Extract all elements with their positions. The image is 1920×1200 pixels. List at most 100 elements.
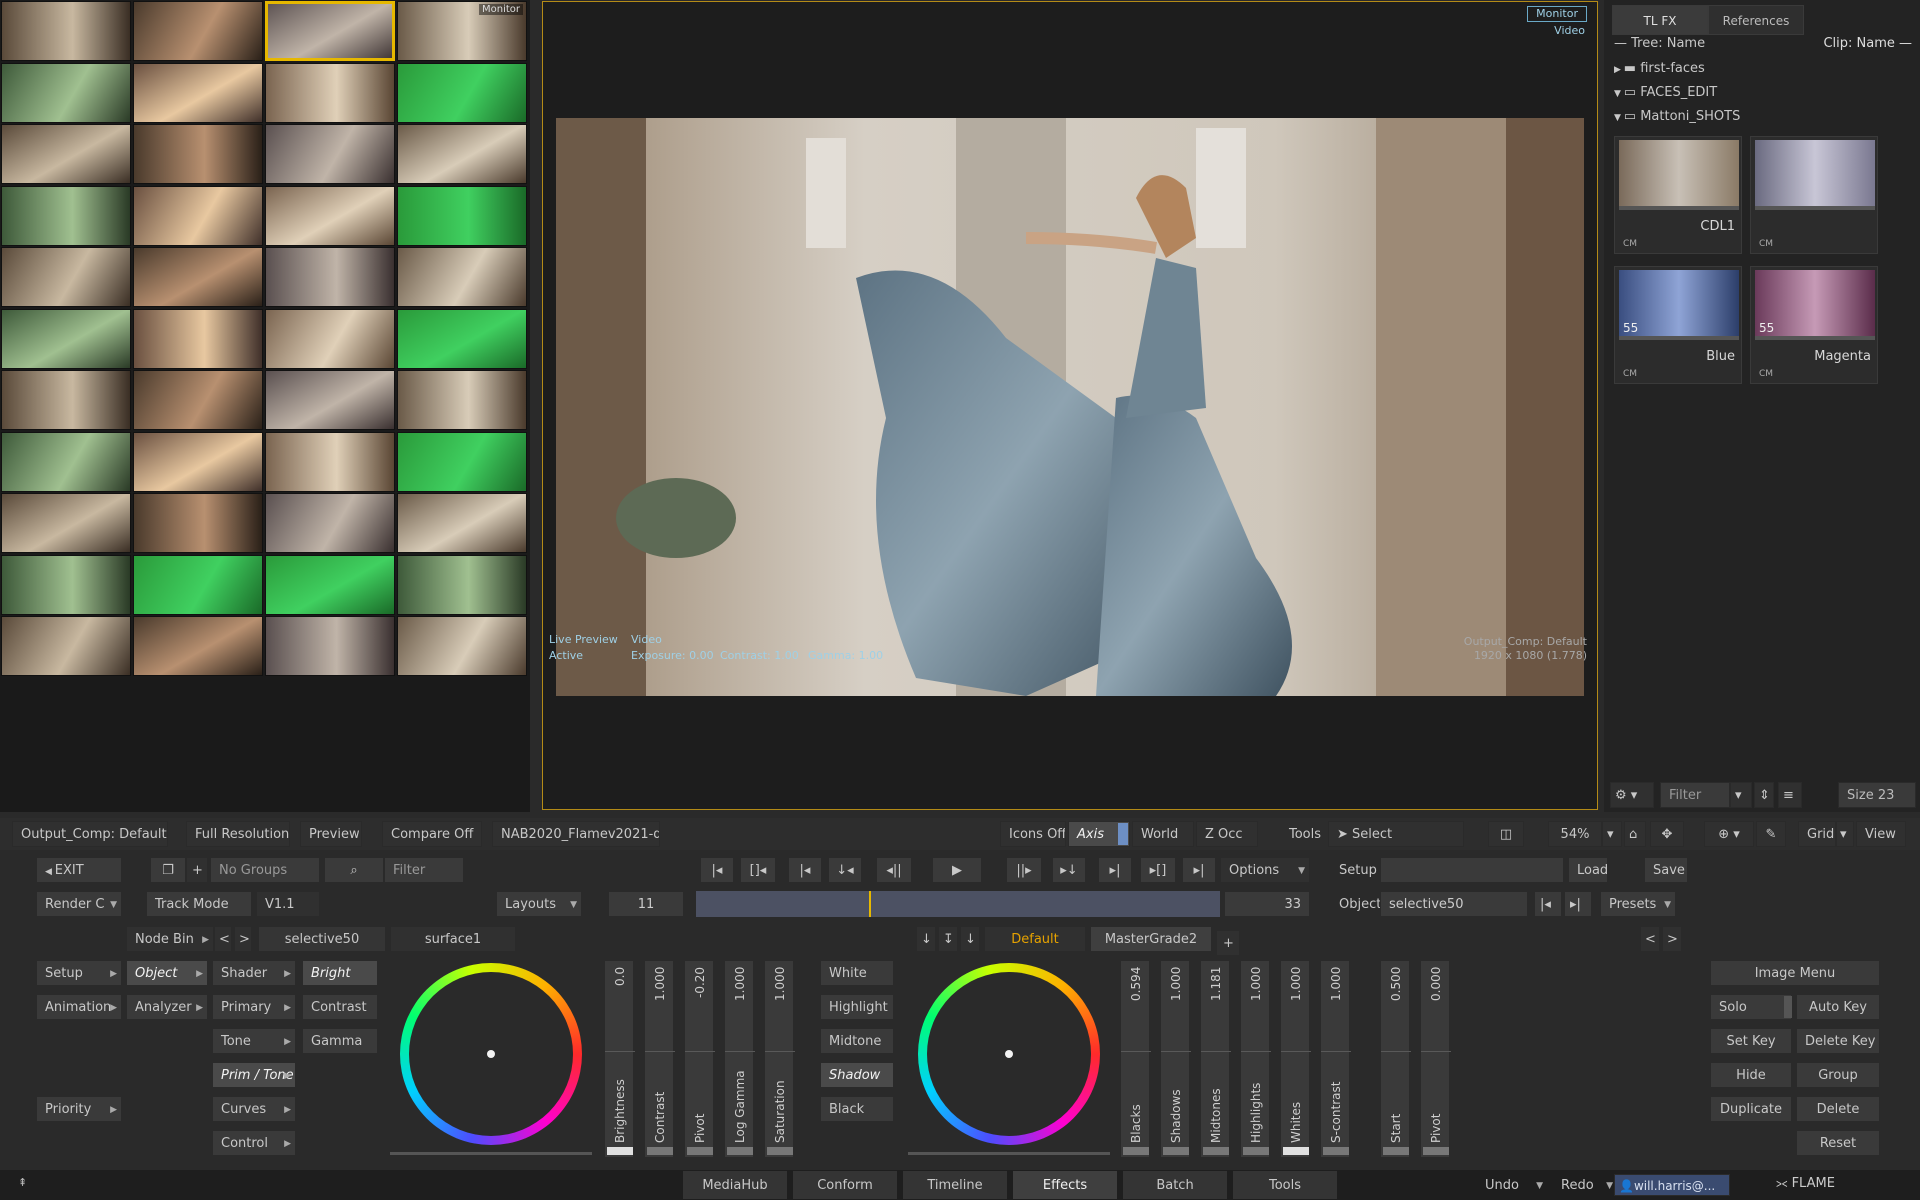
panel-next-icon[interactable]: > bbox=[1662, 926, 1682, 952]
image-menu-button[interactable]: Image Menu bbox=[1710, 960, 1880, 986]
media-thumbnail[interactable] bbox=[133, 616, 263, 676]
compare-off-button[interactable]: Compare Off bbox=[382, 821, 482, 847]
tab-next-icon[interactable]: > bbox=[234, 926, 252, 952]
search-icon[interactable]: ⌕ bbox=[324, 857, 384, 883]
slider-start[interactable]: 0.500 Start bbox=[1380, 960, 1411, 1158]
expand-up-icon[interactable]: ⇞ bbox=[18, 1176, 27, 1189]
media-thumbnail[interactable] bbox=[1, 616, 131, 676]
media-thumbnail[interactable] bbox=[265, 247, 395, 307]
version-field[interactable]: V1.1 bbox=[256, 891, 320, 917]
current-frame-field[interactable]: 11 bbox=[608, 891, 684, 917]
color-wheel-left[interactable] bbox=[400, 963, 582, 1145]
shader-menu[interactable]: Shader ▶ bbox=[212, 960, 296, 986]
viewer-panel[interactable]: Monitor Video Live Preview Video Active … bbox=[542, 1, 1598, 810]
save-button[interactable]: Save bbox=[1644, 857, 1688, 883]
next-keyframe-icon[interactable]: ▸[] bbox=[1140, 857, 1176, 883]
media-thumbnail[interactable] bbox=[397, 554, 527, 615]
tab-tl-fx[interactable]: TL FX bbox=[1612, 5, 1708, 35]
slider-saturation[interactable]: 1.000 Saturation bbox=[764, 960, 795, 1158]
tone-menu[interactable]: Tone ▶ bbox=[212, 1028, 296, 1054]
zoom-dropdown-icon[interactable]: ▾ bbox=[1602, 821, 1622, 847]
auto-key-button[interactable]: Auto Key bbox=[1796, 994, 1880, 1020]
media-thumbnail[interactable] bbox=[1, 493, 131, 553]
media-thumbnail[interactable] bbox=[133, 308, 263, 369]
exit-button[interactable]: ◀ EXIT bbox=[36, 857, 122, 883]
zoom-field[interactable]: 54% bbox=[1548, 821, 1602, 847]
library-filter-input[interactable]: Filter bbox=[1660, 782, 1730, 808]
redo-dropdown[interactable]: Redo ▼ bbox=[1552, 1172, 1618, 1198]
view-button[interactable]: View bbox=[1856, 821, 1906, 847]
step-forward-icon[interactable]: ||▸ bbox=[1006, 857, 1042, 883]
monitor-tag[interactable]: Monitor bbox=[1527, 6, 1587, 22]
tab-effects[interactable]: Effects bbox=[1012, 1170, 1118, 1200]
slider-brightness[interactable]: 0.0 Brightness bbox=[604, 960, 635, 1158]
clip-card-blue[interactable]: 55 Blue CM bbox=[1614, 266, 1742, 384]
node-bin-button[interactable]: Node Bin ▶ bbox=[126, 926, 214, 952]
media-thumbnail[interactable] bbox=[265, 370, 395, 430]
media-thumbnail[interactable] bbox=[1, 124, 131, 184]
split-view-icon[interactable]: ◫ bbox=[1488, 821, 1524, 847]
prev-object-icon[interactable]: |◂ bbox=[1534, 891, 1562, 917]
slider-blacks[interactable]: 0.594 Blacks bbox=[1120, 960, 1151, 1158]
bright-mode-button[interactable]: Bright bbox=[302, 960, 378, 986]
wheel-right-slider[interactable] bbox=[908, 1152, 1110, 1155]
home-icon[interactable]: ⌂ bbox=[1624, 821, 1646, 847]
media-thumbnail[interactable] bbox=[397, 493, 527, 553]
media-thumbnail[interactable] bbox=[133, 247, 263, 307]
next-edit-icon[interactable]: ▸| bbox=[1098, 857, 1132, 883]
collapse-arrow-icon[interactable]: ▼ bbox=[1614, 89, 1624, 99]
keyframe-down-icon[interactable]: ↓ bbox=[916, 926, 936, 952]
list-view-icon[interactable]: ≡ bbox=[1778, 782, 1802, 808]
media-thumbnail[interactable] bbox=[397, 124, 527, 184]
priority-menu[interactable]: Priority ▶ bbox=[36, 1096, 122, 1122]
setup-menu[interactable]: Setup ▶ bbox=[36, 960, 122, 986]
curves-menu[interactable]: Curves ▶ bbox=[212, 1096, 296, 1122]
load-button[interactable]: Load bbox=[1568, 857, 1608, 883]
settings-gear-icon[interactable]: ⚙ ▾ bbox=[1610, 782, 1654, 808]
move-icon[interactable]: ✥ bbox=[1650, 821, 1684, 847]
media-thumbnail[interactable] bbox=[397, 62, 527, 123]
media-thumbnail[interactable] bbox=[133, 370, 263, 430]
keyframe-down-alt-icon[interactable]: ↧ bbox=[938, 926, 958, 952]
expand-arrow-icon[interactable]: ▶ bbox=[1614, 65, 1624, 75]
wheel-handle[interactable] bbox=[1005, 1050, 1013, 1058]
media-thumbnail[interactable] bbox=[1, 1, 131, 61]
output-comp-button[interactable]: Output_Comp: Default bbox=[12, 821, 168, 847]
add-tab-icon[interactable]: + bbox=[1216, 930, 1240, 956]
clip-card-2[interactable]: CM bbox=[1750, 136, 1878, 254]
add-group-icon[interactable]: + bbox=[186, 857, 208, 883]
presets-dropdown[interactable]: Presets ▼ bbox=[1600, 891, 1676, 917]
panel-prev-icon[interactable]: < bbox=[1640, 926, 1660, 952]
contrast-mode-button[interactable]: Contrast bbox=[302, 994, 378, 1020]
grid-dropdown-icon[interactable]: ▾ bbox=[1836, 821, 1854, 847]
tone-highlight-button[interactable]: Highlight bbox=[820, 994, 894, 1020]
groups-field[interactable]: No Groups bbox=[210, 857, 320, 883]
control-menu[interactable]: Control ▶ bbox=[212, 1130, 296, 1156]
media-thumbnail[interactable] bbox=[265, 1, 395, 61]
media-thumbnail[interactable] bbox=[133, 1, 263, 61]
media-thumbnail[interactable] bbox=[397, 308, 527, 369]
tab-default[interactable]: Default bbox=[984, 926, 1086, 952]
prev-frame-mark-icon[interactable]: ↓◂ bbox=[828, 857, 862, 883]
wheel-left-slider[interactable] bbox=[390, 1152, 592, 1155]
grid-button[interactable]: Grid bbox=[1798, 821, 1836, 847]
media-thumbnail[interactable] bbox=[397, 185, 527, 246]
media-thumbnail[interactable] bbox=[265, 308, 395, 369]
object-name-field[interactable]: selective50 bbox=[1380, 891, 1528, 917]
tab-mastergrade2[interactable]: MasterGrade2 bbox=[1090, 926, 1212, 952]
media-thumbnail[interactable] bbox=[1, 370, 131, 430]
clip-card-magenta[interactable]: 55 Magenta CM bbox=[1750, 266, 1878, 384]
media-thumbnail[interactable] bbox=[265, 124, 395, 184]
slider-shadows[interactable]: 1.000 Shadows bbox=[1160, 960, 1191, 1158]
media-thumbnail[interactable]: Monitor bbox=[397, 1, 527, 61]
set-key-button[interactable]: Set Key bbox=[1710, 1028, 1792, 1054]
primary-menu[interactable]: Primary ▶ bbox=[212, 994, 296, 1020]
world-toggle[interactable]: World bbox=[1132, 821, 1194, 847]
tab-mediahub[interactable]: MediaHub bbox=[682, 1170, 788, 1200]
undo-dropdown[interactable]: Undo ▼ bbox=[1476, 1172, 1548, 1198]
media-thumbnail[interactable] bbox=[1, 308, 131, 369]
solo-button[interactable]: Solo bbox=[1710, 994, 1792, 1020]
tab-batch[interactable]: Batch bbox=[1122, 1170, 1228, 1200]
snap-dropdown-icon[interactable]: ⊕ ▾ bbox=[1704, 821, 1754, 847]
slider-pivot[interactable]: -0.20 Pivot bbox=[684, 960, 715, 1158]
